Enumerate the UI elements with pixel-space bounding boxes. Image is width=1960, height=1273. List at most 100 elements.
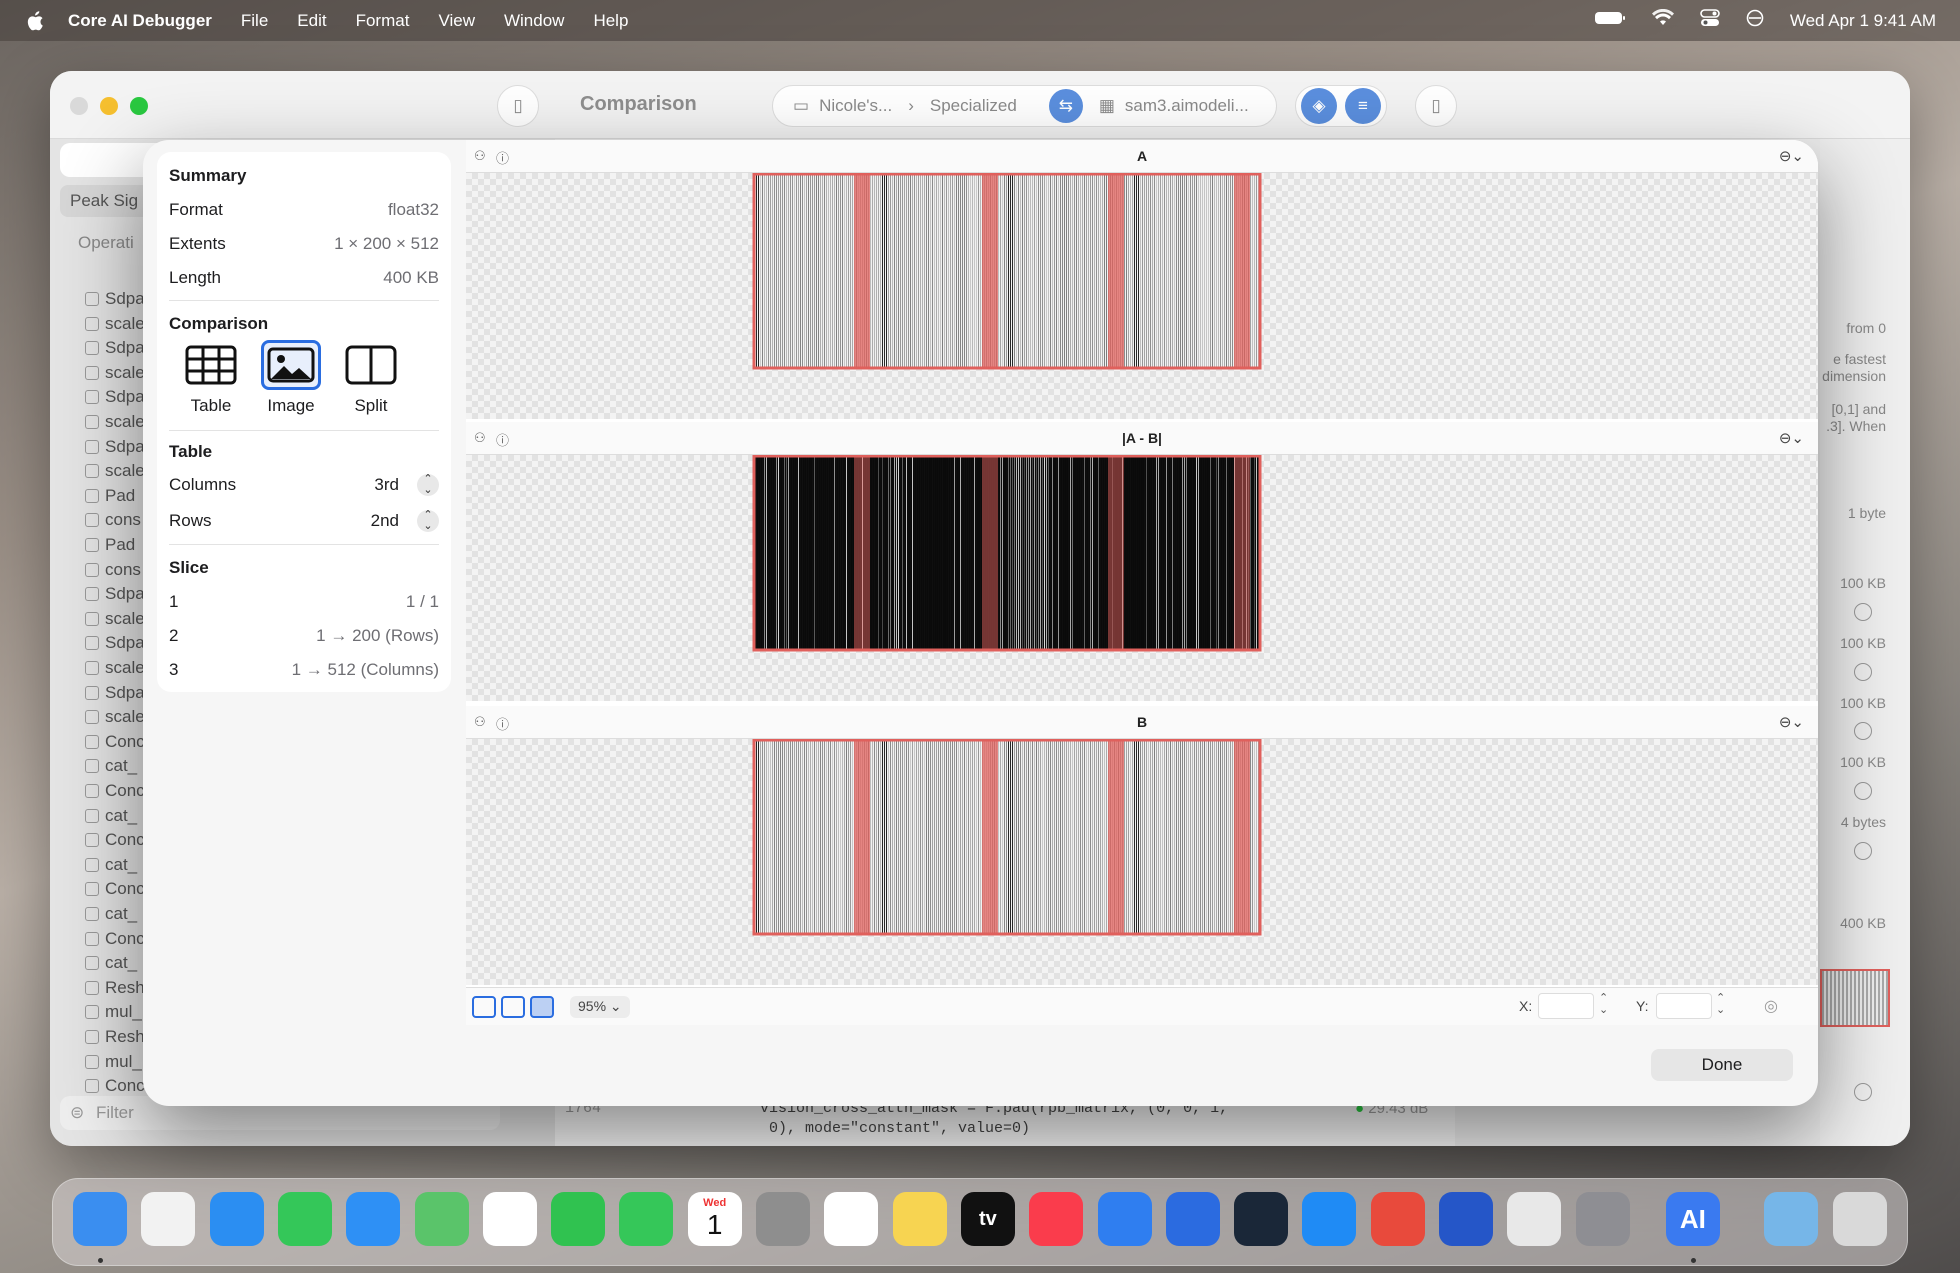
mail-icon[interactable] xyxy=(346,1192,401,1246)
focus-icon[interactable] xyxy=(1746,9,1764,32)
sidebar-list-item[interactable]: scale xyxy=(85,609,145,629)
layout-double-icon[interactable] xyxy=(501,996,525,1018)
breadcrumb-file[interactable]: sam3.aimodeli... xyxy=(1125,96,1249,116)
calendar-icon[interactable]: Wed 1 xyxy=(687,1192,742,1246)
columns-stepper[interactable]: 3rd ⌃ ⌄ xyxy=(374,474,439,496)
reminders-icon[interactable] xyxy=(824,1192,879,1246)
finder-icon[interactable] xyxy=(73,1192,127,1246)
sidebar-list-item[interactable]: scale xyxy=(85,461,145,481)
mode-table-button[interactable]: Table xyxy=(177,340,245,416)
sidebar-list-item[interactable]: cat_ xyxy=(85,953,137,973)
breadcrumb-stage[interactable]: Specialized xyxy=(930,96,1017,116)
mode-split-button[interactable]: Split xyxy=(337,340,405,416)
phone-icon[interactable] xyxy=(619,1192,674,1246)
window-menu[interactable]: Window xyxy=(504,11,564,31)
sidebar-list-item[interactable]: scale xyxy=(85,314,145,334)
file-menu[interactable]: File xyxy=(241,11,268,31)
core-ai-icon[interactable]: AI xyxy=(1665,1192,1720,1246)
breadcrumb-device[interactable]: Nicole's... xyxy=(819,96,892,116)
sidebar-list-item[interactable]: Sdpa xyxy=(85,437,145,457)
sidebar-list-item[interactable]: Conc xyxy=(85,781,145,801)
more-menu-icon[interactable]: ⊖⌄ xyxy=(1779,429,1804,447)
list-view-icon[interactable]: ≡ xyxy=(1345,88,1381,124)
sidebar-list-item[interactable]: Conc xyxy=(85,732,145,752)
arrow-circle-icon[interactable] xyxy=(1854,842,1872,860)
sidebar-toggle-icon[interactable]: ▯ xyxy=(497,85,539,127)
sidebar-list-item[interactable]: scale xyxy=(85,412,145,432)
sidebar-list-item[interactable]: Sdpa xyxy=(85,289,145,309)
target-icon[interactable]: ◎ xyxy=(1764,996,1778,1016)
sidebar-list-item[interactable]: scale xyxy=(85,658,145,678)
contacts-icon[interactable] xyxy=(756,1192,810,1246)
arrow-circle-icon[interactable] xyxy=(1854,663,1872,681)
notes-icon[interactable] xyxy=(892,1192,947,1246)
x-stepper-icon[interactable]: ⌃ ⌄ xyxy=(1599,992,1608,1016)
inspector-thumbnail[interactable] xyxy=(1820,969,1890,1027)
wifi-icon[interactable] xyxy=(1651,8,1674,32)
battery-icon[interactable] xyxy=(1594,10,1626,31)
apple-icon[interactable] xyxy=(24,9,48,33)
graph-view-icon[interactable]: ◈ xyxy=(1301,88,1337,124)
format-menu[interactable]: Format xyxy=(356,11,410,31)
edit-menu[interactable]: Edit xyxy=(297,11,326,31)
trash-icon[interactable] xyxy=(1832,1192,1887,1246)
messages-icon[interactable] xyxy=(277,1192,332,1246)
inspector-toggle-icon[interactable]: ▯ xyxy=(1415,85,1457,127)
y-stepper-icon[interactable]: ⌃ ⌄ xyxy=(1716,992,1725,1016)
zoom-popup[interactable]: 95% ⌄ xyxy=(570,996,630,1018)
instruments-icon[interactable] xyxy=(1234,1192,1289,1246)
updown-chevron-icon[interactable]: ⌃ ⌄ xyxy=(417,474,439,496)
sidebar-list-item[interactable]: cat_ xyxy=(85,756,137,776)
layout-triple-icon[interactable] xyxy=(530,996,554,1018)
updown-chevron-icon[interactable]: ⌃ ⌄ xyxy=(417,510,439,532)
maps-icon[interactable] xyxy=(414,1192,469,1246)
sidebar-list-item[interactable]: scale xyxy=(85,363,145,383)
sidebar-list-item[interactable]: cons xyxy=(85,510,141,530)
simulator-icon[interactable] xyxy=(1165,1192,1220,1246)
sidebar-list-item[interactable]: Pad xyxy=(85,486,135,506)
more-menu-icon[interactable]: ⊖⌄ xyxy=(1779,713,1804,731)
mode-image-button[interactable]: Image xyxy=(257,340,325,416)
sidebar-list-item[interactable]: Resh xyxy=(85,978,145,998)
x-coordinate-field[interactable] xyxy=(1538,993,1594,1019)
recorder-icon[interactable] xyxy=(1507,1192,1562,1246)
launchpad-icon[interactable] xyxy=(141,1192,196,1246)
sidebar-list-item[interactable]: Sdpa xyxy=(85,584,145,604)
app-store-icon[interactable] xyxy=(1302,1192,1357,1246)
sidebar-list-item[interactable]: Conc xyxy=(85,1076,145,1096)
sidebar-list-item[interactable]: cons xyxy=(85,560,141,580)
sidebar-list-item[interactable]: Pad xyxy=(85,535,135,555)
sidebar-list-item[interactable]: Sdpa xyxy=(85,338,145,358)
control-center-icon[interactable] xyxy=(1700,9,1720,32)
arrow-circle-icon[interactable] xyxy=(1854,1083,1872,1101)
settings-icon[interactable] xyxy=(1575,1192,1630,1246)
music-icon[interactable] xyxy=(1029,1192,1084,1246)
rows-stepper[interactable]: 2nd ⌃ ⌄ xyxy=(371,510,439,532)
arrow-circle-icon[interactable] xyxy=(1854,782,1872,800)
breadcrumb[interactable]: ▭ Nicole's... › Specialized ⇆ ▦ sam3.aim… xyxy=(772,85,1277,127)
pane-b[interactable] xyxy=(466,739,1818,985)
safari-icon[interactable] xyxy=(209,1192,264,1246)
arrow-circle-icon[interactable] xyxy=(1854,722,1872,740)
sidebar-list-item[interactable]: Conc xyxy=(85,929,145,949)
more-menu-icon[interactable]: ⊖⌄ xyxy=(1779,147,1804,165)
tv-icon[interactable]: tv xyxy=(960,1192,1015,1246)
view-menu[interactable]: View xyxy=(438,11,475,31)
sidebar-list-item[interactable]: Conc xyxy=(85,879,145,899)
close-window-button[interactable] xyxy=(70,97,88,115)
sidebar-list-item[interactable]: Sdpa xyxy=(85,683,145,703)
sidebar-list-item[interactable]: cat_ xyxy=(85,904,137,924)
xcode-icon[interactable] xyxy=(1097,1192,1152,1246)
zoom-window-button[interactable] xyxy=(130,97,148,115)
sidebar-list-item[interactable]: mul_ xyxy=(85,1002,142,1022)
facetime-icon[interactable] xyxy=(551,1192,606,1246)
sidebar-list-item[interactable]: Conc xyxy=(85,830,145,850)
done-button[interactable]: Done xyxy=(1651,1049,1793,1081)
downloads-icon[interactable] xyxy=(1764,1192,1819,1246)
swap-icon[interactable]: ⇆ xyxy=(1048,89,1083,123)
pane-diff[interactable] xyxy=(466,455,1818,701)
app-name-menu[interactable]: Core AI Debugger xyxy=(68,11,212,31)
minimize-window-button[interactable] xyxy=(100,97,118,115)
sidebar-list-item[interactable]: Sdpa xyxy=(85,633,145,653)
sidebar-list-item[interactable]: Sdpa xyxy=(85,387,145,407)
